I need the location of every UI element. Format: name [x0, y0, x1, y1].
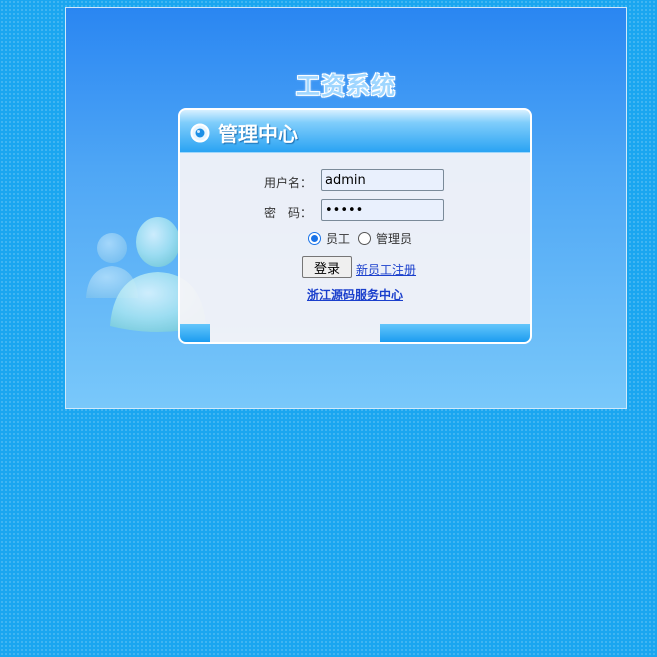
password-label: 密 码： — [264, 206, 313, 220]
role-radio-employee[interactable] — [308, 232, 321, 245]
panel-header: 管理中心 — [180, 110, 530, 153]
service-center-link[interactable]: 浙江源码服务中心 — [180, 286, 530, 303]
username-label: 用户名： — [264, 176, 313, 190]
role-label-admin: 管理员 — [376, 232, 413, 246]
login-button[interactable]: 登录 — [302, 256, 352, 278]
role-label-employee: 员工 — [326, 232, 351, 246]
footer-bar-right — [380, 324, 530, 342]
role-selector: 员工 管理员 — [308, 230, 420, 247]
role-radio-admin[interactable] — [358, 232, 372, 245]
panel-footer — [180, 324, 530, 342]
footer-bar-left — [180, 324, 210, 342]
panel-title: 管理中心 — [218, 122, 298, 146]
password-input[interactable] — [321, 199, 444, 221]
login-panel: 管理中心 用户名： 密 码： 员工 管理员 登录 新员工注册 浙江源码服务中心 — [178, 108, 532, 344]
username-input[interactable] — [321, 169, 444, 191]
radio-circle-icon — [190, 123, 210, 143]
login-frame: 工资系统 管理中心 用户名： admin 密 码： 员工 管理员 登录 新员工注… — [65, 7, 627, 409]
system-title: 工资系统 — [296, 72, 396, 100]
register-link[interactable]: 新员工注册 — [356, 261, 416, 278]
